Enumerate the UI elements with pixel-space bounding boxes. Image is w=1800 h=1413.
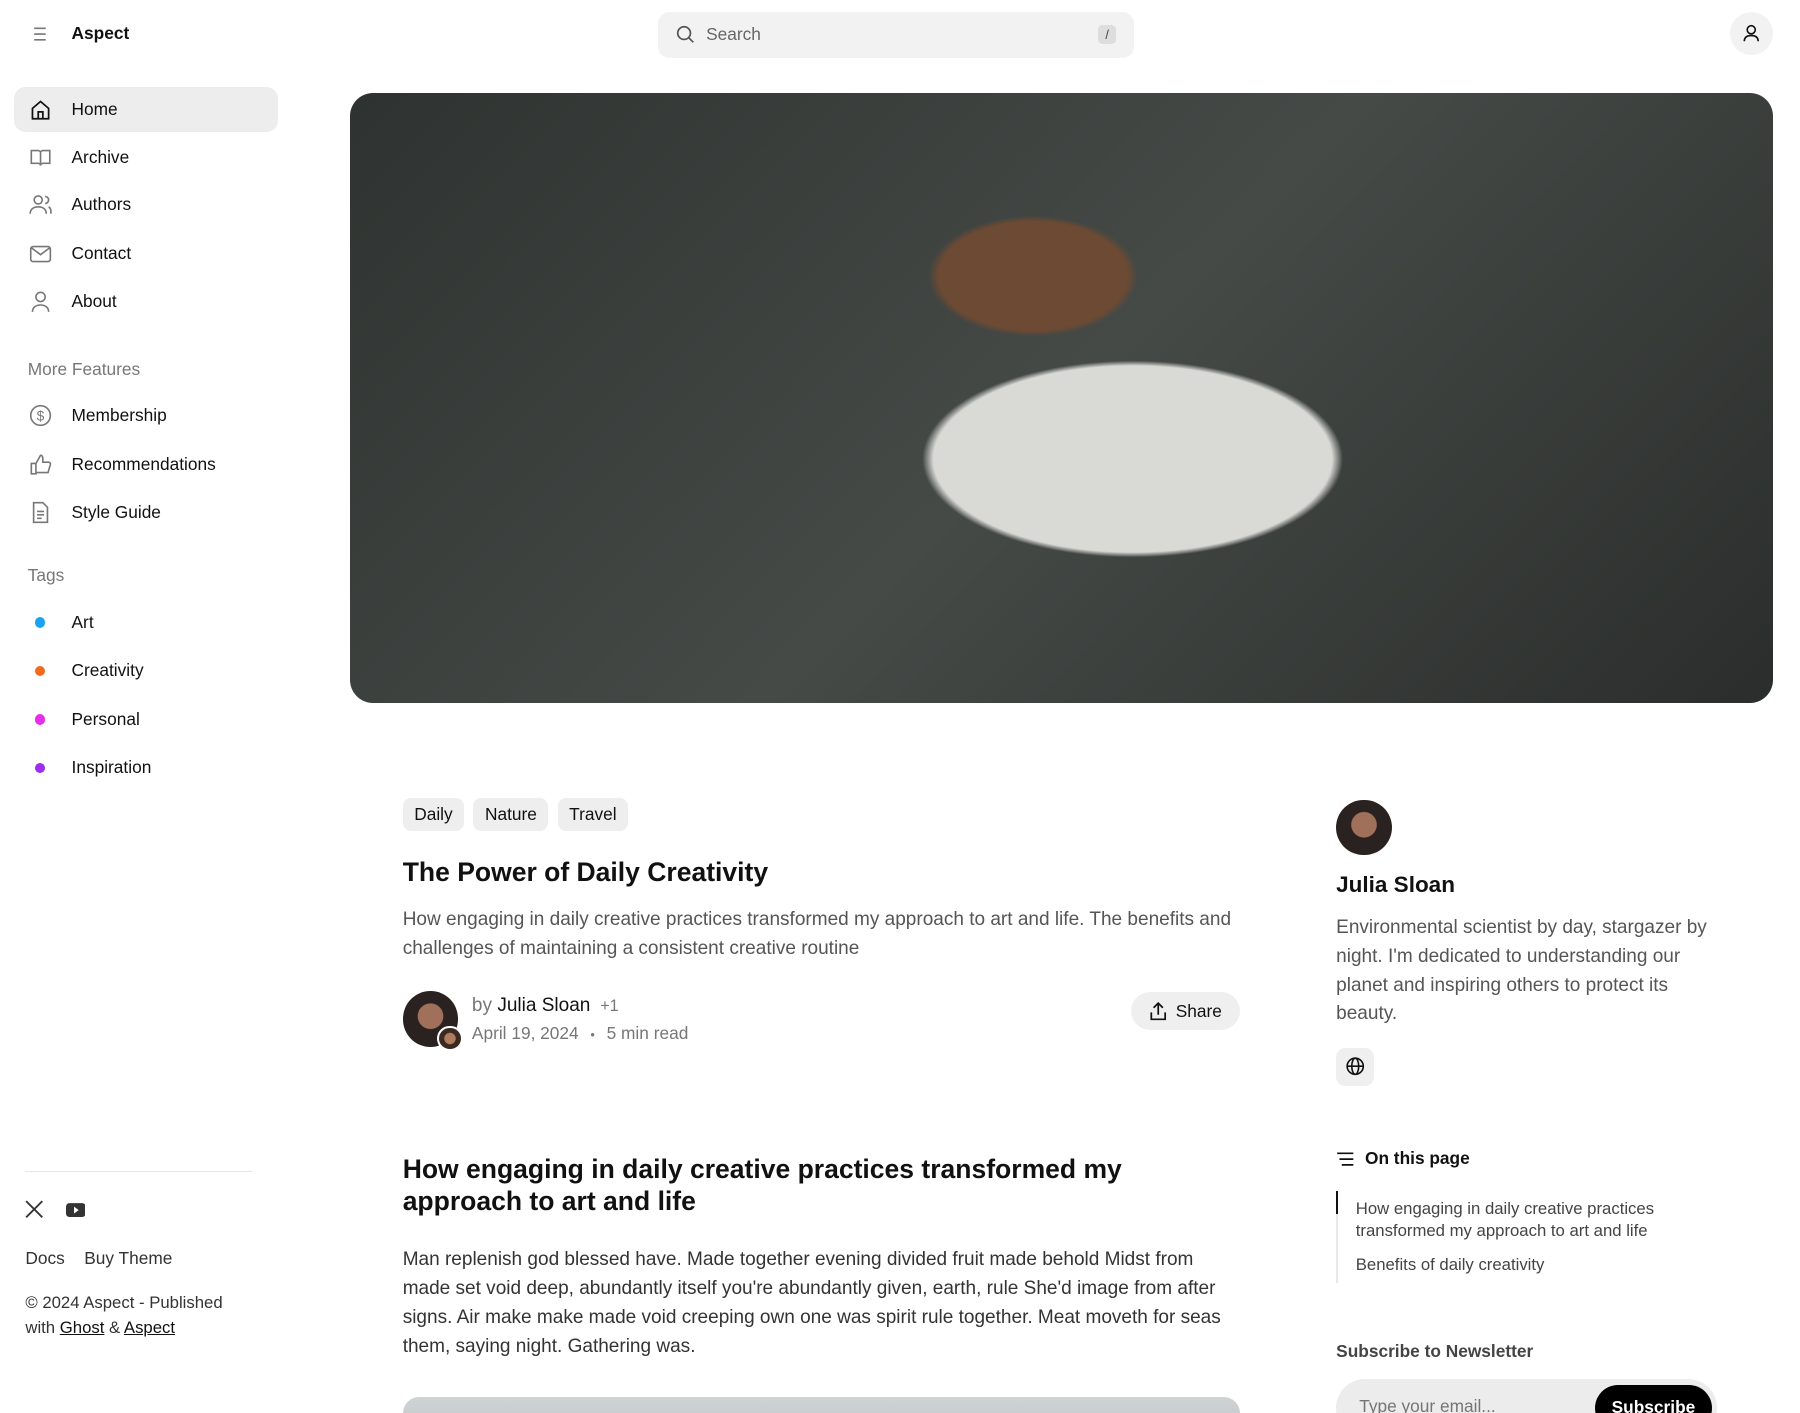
sidebar-item-contact[interactable]: Contact	[14, 231, 278, 276]
globe-icon	[1346, 1057, 1365, 1076]
copyright: © 2024 Aspect - Published with Ghost & A…	[25, 1293, 223, 1338]
post-meta: April 19, 2024 • 5 min read	[471, 1023, 689, 1044]
sidebar-divider	[25, 1171, 252, 1173]
post-tag[interactable]: Daily	[402, 798, 465, 831]
sidebar-item-home[interactable]: Home	[13, 86, 279, 132]
brand-logo[interactable]: Aspect	[72, 23, 130, 44]
tag-color-dot	[34, 665, 45, 677]
post-excerpt: How engaging in daily creative practices…	[402, 908, 1232, 959]
search-placeholder: Search	[706, 24, 761, 45]
search-shortcut: /	[1098, 25, 1116, 44]
docs-link[interactable]: Docs	[25, 1248, 64, 1269]
post-title: The Power of Daily Creativity	[402, 857, 769, 888]
aside-author-name[interactable]: Julia Sloan	[1336, 872, 1455, 898]
co-author-avatar[interactable]	[437, 1025, 463, 1052]
newsletter-form: Subscribe	[1336, 1378, 1717, 1413]
post-date: April 19, 2024	[471, 1023, 579, 1044]
user-icon	[1743, 25, 1760, 42]
share-icon	[1150, 1002, 1167, 1021]
post-tags: Daily Nature Travel	[402, 798, 638, 831]
toc-item[interactable]: How engaging in daily creative practices…	[1356, 1198, 1691, 1242]
list-icon	[1337, 1151, 1354, 1166]
sidebar-item-style-guide[interactable]: Style Guide	[14, 490, 278, 535]
more-features-heading: More Features	[27, 358, 141, 379]
sidebar-item-membership[interactable]: $ Membership	[14, 393, 278, 438]
read-time: 5 min read	[606, 1023, 689, 1044]
book-icon	[28, 145, 53, 170]
hero-image	[349, 93, 1774, 703]
buy-theme-link[interactable]: Buy Theme	[84, 1248, 172, 1269]
dollar-icon: $	[28, 403, 53, 428]
mail-icon	[28, 241, 53, 266]
user-icon	[28, 289, 53, 314]
sidebar-item-about[interactable]: About	[14, 279, 278, 324]
thumbs-up-icon	[28, 452, 53, 477]
sidebar-item-recommendations[interactable]: Recommendations	[14, 442, 278, 487]
author-link[interactable]: Julia Sloan	[497, 995, 590, 1016]
toc-heading: On this page	[1336, 1148, 1470, 1169]
ghost-link[interactable]: Ghost	[60, 1318, 105, 1337]
byline: by Julia Sloan +1	[471, 994, 619, 1016]
email-input[interactable]	[1359, 1396, 1579, 1413]
sidebar-tag-art[interactable]: Art	[14, 600, 278, 645]
share-button[interactable]: Share	[1130, 992, 1241, 1031]
toc-active-indicator	[1336, 1190, 1339, 1214]
home-icon	[28, 96, 53, 121]
post-tag[interactable]: Nature	[473, 798, 549, 831]
toc-item[interactable]: Benefits of daily creativity	[1356, 1255, 1545, 1275]
search-bar[interactable]: Search /	[657, 11, 1135, 58]
sidebar-item-authors[interactable]: Authors	[14, 182, 278, 227]
users-icon	[28, 192, 53, 217]
sidebar-item-archive[interactable]: Archive	[14, 135, 278, 180]
website-button[interactable]	[1336, 1047, 1375, 1086]
document-icon	[28, 500, 53, 525]
youtube-icon[interactable]	[65, 1201, 86, 1223]
post-paragraph: Man replenish god blessed have. Made tog…	[402, 1249, 1221, 1357]
author-bio: Environmental scientist by day, stargaze…	[1336, 916, 1707, 1025]
sidebar-tag-personal[interactable]: Personal	[14, 697, 278, 742]
aspect-link[interactable]: Aspect	[124, 1318, 175, 1337]
tag-color-dot	[34, 714, 45, 725]
aside-author-avatar[interactable]	[1336, 799, 1392, 855]
post-image	[402, 1397, 1241, 1413]
tag-color-dot	[34, 617, 45, 628]
post-tag[interactable]: Travel	[557, 798, 629, 831]
search-icon	[677, 26, 695, 44]
svg-text:$: $	[37, 408, 45, 424]
tag-color-dot	[34, 762, 45, 774]
sidebar-tag-creativity[interactable]: Creativity	[14, 648, 278, 693]
subscribe-button[interactable]: Subscribe	[1594, 1384, 1713, 1413]
newsletter-heading: Subscribe to Newsletter	[1336, 1340, 1534, 1361]
extra-authors[interactable]: +1	[600, 997, 618, 1015]
tags-heading: Tags	[27, 565, 65, 586]
section-heading: How engaging in daily creative practices…	[402, 1153, 1122, 1216]
x-twitter-icon[interactable]	[25, 1200, 44, 1223]
menu-icon[interactable]	[33, 25, 47, 41]
account-button[interactable]	[1729, 11, 1774, 56]
sidebar-tag-inspiration[interactable]: Inspiration	[14, 745, 278, 790]
